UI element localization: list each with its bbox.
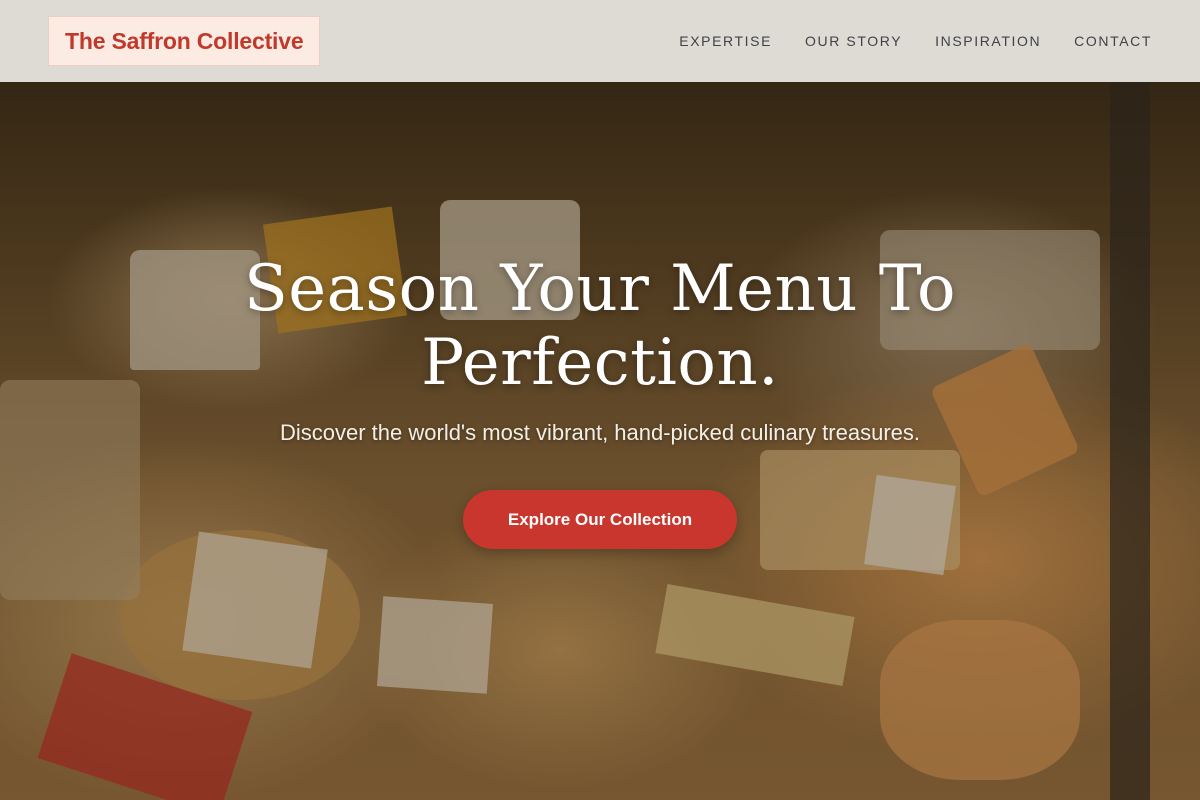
hero-headline: Season Your Menu To Perfection. (150, 252, 1050, 400)
hero-section: Season Your Menu To Perfection. Discover… (0, 0, 1200, 800)
hero-subheadline: Discover the world's most vibrant, hand-… (279, 420, 921, 445)
hero-headline-line1: Season Your Menu To (243, 252, 957, 326)
hero-headline-line2: Perfection. (421, 326, 779, 400)
explore-collection-button[interactable]: Explore Our Collection (463, 490, 737, 549)
